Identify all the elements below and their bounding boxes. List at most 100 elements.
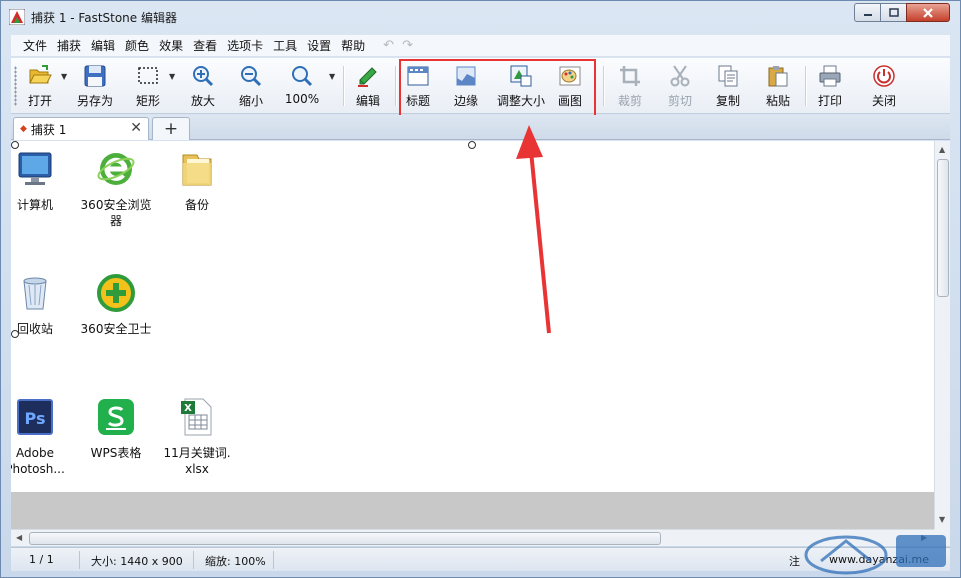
save-as-button[interactable]: 另存为 (75, 64, 115, 110)
scroll-down-arrow-icon[interactable]: ▼ (939, 515, 945, 524)
status-page: 1 / 1 (29, 553, 54, 566)
desktop-icon-xlsx-file: X 11月关键词. xlsx (157, 397, 237, 477)
desktop-icon-360-safeguard: 360安全卫士 (76, 273, 156, 337)
status-register-link[interactable]: 注 (789, 553, 800, 569)
crop-button[interactable]: 裁剪 (615, 64, 645, 110)
menu-capture[interactable]: 捕获 (57, 37, 81, 54)
zoom-in-icon (193, 66, 214, 87)
desktop-icon-label: 计算机 (16, 198, 53, 212)
edge-button[interactable]: 边缘 (451, 64, 481, 110)
selection-handle[interactable] (468, 141, 476, 149)
paste-label: 粘贴 (765, 94, 790, 108)
menu-tabs[interactable]: 选项卡 (227, 37, 263, 54)
menu-color[interactable]: 颜色 (125, 37, 149, 54)
edge-label: 边缘 (453, 94, 478, 108)
menu-tools[interactable]: 工具 (273, 37, 297, 54)
diamond-icon: ◆ (20, 124, 27, 134)
svg-text:Ps: Ps (25, 409, 46, 428)
scroll-left-arrow-icon[interactable]: ◀ (16, 533, 22, 542)
copy-icon (718, 65, 738, 87)
horizontal-scroll-thumb[interactable] (29, 532, 661, 545)
scissors-icon (670, 65, 690, 87)
toolbar-separator (343, 66, 344, 106)
zoom-100-button[interactable]: 100% (285, 64, 319, 110)
rectangle-select-icon (138, 67, 158, 84)
draw-button[interactable]: 画图 (556, 64, 584, 110)
rectangle-dropdown-arrow[interactable]: ▼ (169, 72, 175, 81)
annotation-arrow (516, 125, 551, 334)
paint-palette-icon (559, 66, 581, 86)
print-label: 打印 (817, 94, 842, 108)
edit-button[interactable]: 编辑 (353, 64, 383, 110)
wps-sheet-icon (98, 399, 134, 435)
new-tab-button[interactable]: + (152, 117, 190, 140)
close-window-button[interactable] (906, 3, 950, 22)
desktop-icon-label: 11月关键词. xlsx (163, 446, 231, 476)
selection-handle[interactable] (11, 330, 19, 338)
zoom-dropdown-arrow[interactable]: ▼ (329, 72, 335, 81)
menu-effects[interactable]: 效果 (159, 37, 183, 54)
toolbar: 打开 ▼ 另存为 矩形 ▼ 放大 缩小 100% ▼ 编辑 标题 边缘 调整大小… (11, 58, 950, 114)
photoshop-icon: Ps (17, 399, 53, 435)
zoom-actual-icon (292, 66, 313, 87)
zoom-out-label: 缩小 (238, 94, 263, 108)
menu-edit[interactable]: 编辑 (91, 37, 115, 54)
crop-label: 裁剪 (617, 94, 642, 108)
vertical-scroll-thumb[interactable] (937, 159, 949, 297)
maximize-button[interactable] (880, 3, 906, 22)
open-label: 打开 (27, 94, 52, 108)
tab-close-icon[interactable]: ✕ (130, 120, 142, 136)
desktop-icon-label: Adobe Photosh... (11, 446, 65, 476)
zoom-in-label: 放大 (190, 94, 215, 108)
open-button[interactable]: 打开 (25, 64, 55, 110)
excel-file-icon: X (181, 398, 212, 436)
caption-button[interactable]: 标题 (403, 64, 433, 110)
tab-label: 捕获 1 (30, 122, 67, 137)
undo-icon[interactable]: ↶ (383, 38, 394, 53)
desktop-icon-computer: 计算机 (11, 149, 75, 213)
zoom-in-button[interactable]: 放大 (189, 64, 217, 110)
rectangle-select-button[interactable]: 矩形 (133, 64, 163, 110)
watermark-logo (804, 535, 946, 575)
menu-help[interactable]: 帮助 (341, 37, 365, 54)
desktop-icon-photoshop: Ps Adobe Photosh... (11, 397, 75, 477)
vertical-scrollbar[interactable]: ▲ ▼ (934, 141, 950, 529)
caption-label: 标题 (405, 94, 430, 108)
desktop-icon-label: 备份 (184, 198, 209, 212)
menu-bar: 文件 捕获 编辑 颜色 效果 查看 选项卡 工具 设置 帮助 ↶ ↷ (11, 35, 950, 57)
plus-icon: + (163, 119, 179, 139)
zoom-100-label: 100% (284, 92, 320, 106)
menu-settings[interactable]: 设置 (307, 37, 331, 54)
copy-button[interactable]: 复制 (713, 64, 743, 110)
open-dropdown-arrow[interactable]: ▼ (61, 72, 67, 81)
desktop-icon-label: 回收站 (16, 322, 53, 336)
menu-file[interactable]: 文件 (23, 37, 47, 54)
save-as-label: 另存为 (76, 94, 113, 108)
editor-window: 捕获 1 - FastStone 编辑器 文件 捕获 编辑 颜色 效果 查看 选… (0, 0, 961, 578)
status-zoom: 缩放: 100% (205, 555, 266, 568)
print-button[interactable]: 打印 (815, 64, 845, 110)
tab-capture-1[interactable]: ◆ 捕获 1 ✕ (13, 117, 149, 140)
redo-icon[interactable]: ↷ (402, 38, 413, 53)
toolbar-separator (395, 66, 396, 106)
resize-button[interactable]: 调整大小 (496, 64, 546, 110)
image-canvas[interactable]: 计算机 360安全浏览 器 备份 回收站 360安全卫士 Ps Adobe Ph… (11, 141, 934, 529)
toolbar-grip[interactable] (14, 66, 17, 106)
minimize-button[interactable] (854, 3, 880, 22)
cut-button[interactable]: 剪切 (665, 64, 695, 110)
copy-label: 复制 (715, 94, 740, 108)
title-bar: 捕获 1 - FastStone 编辑器 (1, 1, 960, 33)
edit-label: 编辑 (355, 94, 380, 108)
maximize-icon (888, 7, 899, 17)
menu-view[interactable]: 查看 (193, 37, 217, 54)
tab-bar: ◆ 捕获 1 ✕ + (11, 115, 950, 140)
paste-button[interactable]: 粘贴 (763, 64, 793, 110)
app-logo-icon (9, 9, 25, 25)
crop-icon (620, 66, 640, 86)
selection-handle[interactable] (11, 141, 19, 149)
horizontal-scrollbar[interactable]: ◀ ▶ (11, 529, 934, 546)
close-button[interactable]: 关闭 (869, 64, 899, 110)
zoom-out-button[interactable]: 缩小 (237, 64, 265, 110)
scroll-up-arrow-icon[interactable]: ▲ (939, 145, 945, 154)
toolbar-separator (805, 66, 806, 106)
